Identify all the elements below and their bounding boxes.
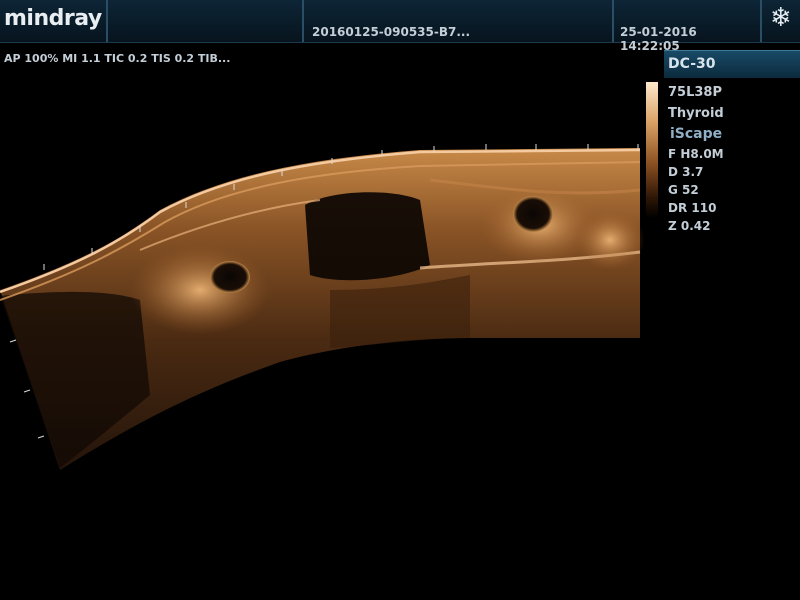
brand-cell: mindray — [0, 0, 108, 42]
shadow-left — [0, 291, 150, 468]
snowflake-icon[interactable]: ❄ — [770, 5, 792, 31]
freeze-cell[interactable]: ❄ — [762, 0, 800, 42]
header-bar: mindray 20160125-090535-B7... 25-01-2016… — [0, 0, 800, 53]
vessel-right — [513, 196, 553, 232]
parameter-panel: 75L38P Thyroid iScape F H8.0M D 3.7 G 52… — [668, 82, 724, 235]
grayscale-bar — [646, 82, 658, 218]
param-frequency: F H8.0M — [668, 147, 724, 161]
exam-datetime: 25-01-2016 14:22:05 — [620, 25, 697, 53]
probe-mode-tab[interactable]: DC-30 — [664, 50, 800, 78]
param-gain: G 52 — [668, 183, 699, 197]
dark-mass — [305, 192, 430, 281]
date-cell: 25-01-2016 14:22:05 — [614, 0, 762, 53]
vessel-left — [210, 261, 250, 293]
brand-logo: mindray — [4, 6, 102, 31]
param-mode: iScape — [670, 126, 723, 142]
param-dynamic-range: DR 110 — [668, 201, 717, 215]
ultrasound-screen: mindray 20160125-090535-B7... 25-01-2016… — [0, 0, 800, 600]
param-preset: Thyroid — [668, 106, 724, 121]
param-depth: D 3.7 — [668, 165, 704, 179]
acoustic-output: AP 100% MI 1.1 TIC 0.2 TIS 0.2 TIB... — [4, 52, 231, 65]
patient-id: 20160125-090535-B7... — [312, 25, 471, 39]
header-blank-cell — [108, 0, 304, 42]
param-zoom: Z 0.42 — [668, 219, 711, 233]
probe-mode-label: DC-30 — [668, 56, 716, 72]
patient-cell[interactable]: 20160125-090535-B7... — [304, 0, 614, 42]
param-probe: 75L38P — [668, 85, 722, 100]
